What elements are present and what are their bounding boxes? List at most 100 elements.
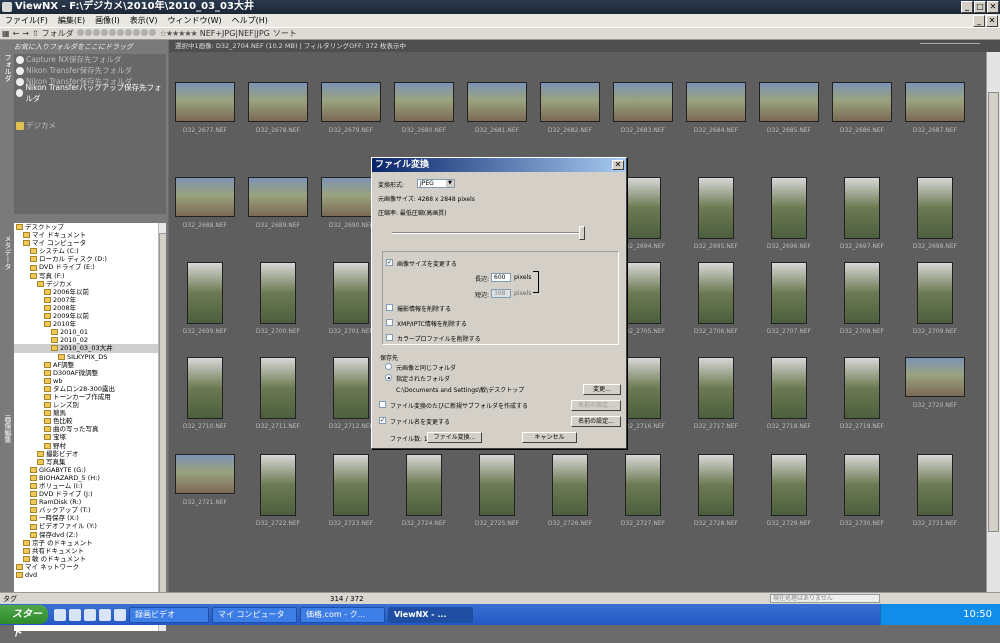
rename-checkbox[interactable]: ✓	[379, 417, 386, 424]
tree-item[interactable]: SILKYPIX_DS	[14, 353, 166, 361]
quicklaunch-icon[interactable]	[99, 608, 111, 621]
remove-profile-checkbox[interactable]	[386, 334, 393, 341]
thumbnail[interactable]: D32_2706.NEF	[684, 260, 746, 335]
thumbnail[interactable]: D32_2710.NEF	[173, 355, 235, 430]
minimize-button[interactable]: _	[961, 1, 973, 13]
tree-item[interactable]: 敏 のドキュメント	[14, 555, 166, 563]
thumbnail[interactable]: D32_2686.NEF	[830, 80, 892, 140]
quicklaunch-icon[interactable]	[69, 608, 81, 621]
forward-icon[interactable]: →	[22, 29, 29, 38]
tree-item[interactable]: DVD ドライブ (E:)	[14, 263, 166, 271]
task-recorded-video[interactable]: 録画ビデオ	[129, 606, 209, 623]
format-select[interactable]: JPEG ▼	[417, 179, 455, 188]
rename-settings-button[interactable]: 名前の設定...	[571, 416, 621, 427]
convert-button[interactable]: ファイル変換...	[427, 432, 482, 443]
dialog-close-button[interactable]: ✕	[612, 160, 624, 170]
up-folder-icon[interactable]: ⇧	[32, 29, 39, 38]
thumbnail[interactable]: D32_2720.NEF	[903, 355, 965, 415]
color-label-filter[interactable]	[76, 29, 157, 38]
tree-item[interactable]: 曲の写った写真	[14, 425, 166, 433]
tree-scrollbar[interactable]	[158, 223, 166, 631]
file-type-filter[interactable]: NEF+JPG|NEF|JPG	[200, 29, 270, 38]
menu-window[interactable]: ウィンドウ(W)	[162, 15, 226, 26]
menu-image[interactable]: 画像(I)	[90, 15, 125, 26]
thumbnail[interactable]: D32_2707.NEF	[757, 260, 819, 335]
thumbnail[interactable]: D32_2717.NEF	[684, 355, 746, 430]
thumbnail[interactable]: D32_2725.NEF	[465, 452, 527, 527]
thumbnail[interactable]: D32_2696.NEF	[757, 175, 819, 250]
quality-slider-thumb[interactable]	[579, 226, 585, 240]
thumbnail[interactable]: D32_2700.NEF	[246, 260, 308, 335]
remove-xmp-checkbox[interactable]	[386, 319, 393, 326]
task-viewnx[interactable]: ViewNX - ...	[388, 606, 473, 623]
tree-item[interactable]: 撮影ビデオ	[14, 450, 166, 458]
tree-item[interactable]: バックアップ (T:)	[14, 506, 166, 514]
same-folder-radio[interactable]	[385, 363, 392, 370]
thumbnail[interactable]: D32_2727.NEF	[611, 452, 673, 527]
favorite-item[interactable]: Nikon Transferバックアップ保存先フォルダ	[14, 83, 166, 103]
tree-item[interactable]: 2007年	[14, 296, 166, 304]
tree-item[interactable]: 2010年	[14, 320, 166, 328]
tree-item[interactable]: 2008年	[14, 304, 166, 312]
quicklaunch-icon[interactable]	[84, 608, 96, 621]
tab-metadata[interactable]: メタデータ	[1, 235, 13, 295]
doc-minimize-button[interactable]: _	[973, 14, 985, 27]
tree-item[interactable]: 2010_01	[14, 328, 166, 336]
tree-item[interactable]: AF調整	[14, 361, 166, 369]
resize-checkbox[interactable]: ✓	[386, 259, 393, 266]
favorite-item[interactable]: デジカメ	[14, 120, 166, 131]
tree-item[interactable]: 2010_03_03大井	[14, 344, 166, 353]
menu-file[interactable]: ファイル(F)	[0, 15, 53, 26]
tree-scroll-thumb[interactable]	[159, 233, 166, 593]
tab-folder[interactable]: フォルダ	[1, 54, 13, 114]
menu-edit[interactable]: 編集(E)	[53, 15, 90, 26]
tree-item[interactable]: 宝塚	[14, 433, 166, 441]
thumbnail[interactable]: D32_2724.NEF	[392, 452, 454, 527]
doc-close-button[interactable]: ✕	[986, 14, 998, 27]
zoom-slider[interactable]	[920, 43, 980, 47]
specified-folder-radio[interactable]	[385, 374, 392, 381]
thumbnail[interactable]: D32_2729.NEF	[757, 452, 819, 527]
tree-item[interactable]: 2009年以前	[14, 312, 166, 320]
quicklaunch-icon[interactable]	[54, 608, 66, 621]
thumbnail[interactable]: D32_2677.NEF	[173, 80, 235, 140]
tree-item[interactable]: レンズ別	[14, 401, 166, 409]
thumbnail[interactable]: D32_2683.NEF	[611, 80, 673, 140]
thumbnail[interactable]: D32_2679.NEF	[319, 80, 381, 140]
tree-item[interactable]: デスクトップ	[14, 223, 166, 231]
thumbnail[interactable]: D32_2731.NEF	[903, 452, 965, 527]
grid-scrollbar[interactable]	[986, 52, 1000, 592]
close-button[interactable]: ✕	[987, 1, 999, 13]
thumbnail[interactable]: D32_2681.NEF	[465, 80, 527, 140]
cancel-button[interactable]: キャンセル	[522, 432, 577, 443]
thumbnail[interactable]: D32_2688.NEF	[173, 175, 235, 235]
menu-help[interactable]: ヘルプ(H)	[227, 15, 273, 26]
thumbnail[interactable]: D32_2699.NEF	[173, 260, 235, 335]
thumbnail[interactable]: D32_2723.NEF	[319, 452, 381, 527]
tab-image-edit[interactable]: 画像編集	[1, 415, 13, 475]
tree-item[interactable]: 保存dvd (Z:)	[14, 531, 166, 539]
tree-item[interactable]: 2006年以前	[14, 288, 166, 296]
thumbnail[interactable]: D32_2721.NEF	[173, 452, 235, 512]
tree-item[interactable]: 野村	[14, 442, 166, 450]
tree-item[interactable]: D300AF微調整	[14, 369, 166, 377]
tree-item[interactable]: デジカメ	[14, 280, 166, 288]
tree-item[interactable]: 京子 のドキュメント	[14, 539, 166, 547]
thumbnail[interactable]: D32_2709.NEF	[903, 260, 965, 335]
maximize-button[interactable]: □	[974, 1, 986, 13]
tree-item[interactable]: 写真集	[14, 458, 166, 466]
thumbnail[interactable]: D32_2695.NEF	[684, 175, 746, 250]
tree-item[interactable]: RamDisk (R:)	[14, 498, 166, 506]
rating-filter[interactable]: ☆★★★★★	[160, 29, 198, 38]
task-my-computer[interactable]: マイ コンピュータ	[212, 606, 297, 623]
subfolder-checkbox[interactable]	[379, 401, 386, 408]
thumbnail[interactable]: D32_2680.NEF	[392, 80, 454, 140]
thumbnail[interactable]: D32_2711.NEF	[246, 355, 308, 430]
tree-item[interactable]: DVD ドライブ (J:)	[14, 490, 166, 498]
thumbnail[interactable]: D32_2722.NEF	[246, 452, 308, 527]
tree-item[interactable]: ボリューム (I:)	[14, 482, 166, 490]
quicklaunch-icon[interactable]	[114, 608, 126, 621]
start-button[interactable]: スタート	[0, 605, 48, 639]
thumbnail[interactable]: D32_2698.NEF	[903, 175, 965, 250]
thumbnail[interactable]: D32_2728.NEF	[684, 452, 746, 527]
